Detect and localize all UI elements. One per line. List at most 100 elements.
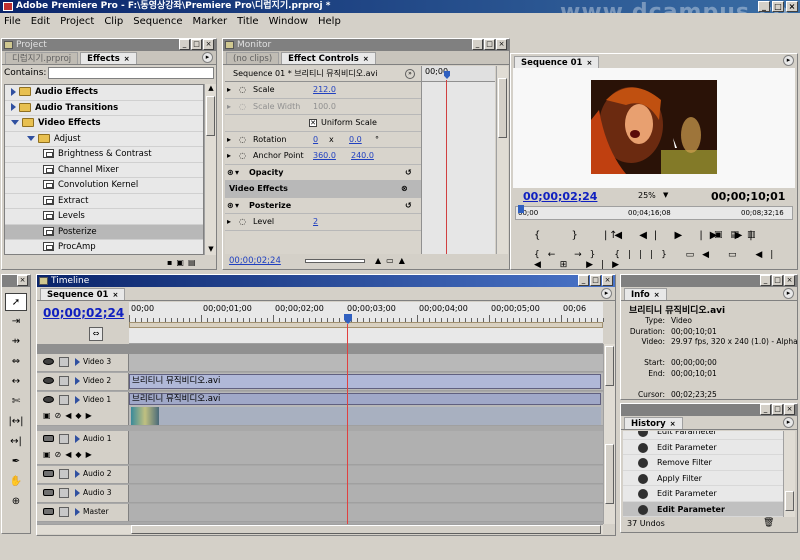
menu-edit[interactable]: Edit <box>31 16 50 27</box>
expand-right-icon[interactable] <box>75 470 80 478</box>
zoom-tool-icon[interactable]: ⊕ <box>5 493 27 511</box>
speaker-icon[interactable] <box>43 470 54 477</box>
menu-window[interactable]: Window <box>269 16 308 27</box>
expand-down-icon[interactable] <box>11 120 19 125</box>
track-select-tool-icon[interactable]: ⇥ <box>5 313 27 331</box>
menu-project[interactable]: Project <box>60 16 94 27</box>
snap-icon[interactable]: ⇔ <box>89 327 103 341</box>
menu-sequence[interactable]: Sequence <box>133 16 182 27</box>
close-icon[interactable]: × <box>670 420 676 428</box>
scroll-thumb[interactable] <box>785 491 794 511</box>
panel-menu-button[interactable]: ▸ <box>202 52 213 63</box>
timeline-ruler[interactable]: 00;00 00;00;01;00 00;00;02;00 00;00;03;00 00… <box>129 302 604 344</box>
effect-control-row[interactable]: ▸ ◌ Level 2 <box>225 214 421 231</box>
history-item[interactable]: Edit Parameter <box>623 431 783 440</box>
expand-right-icon[interactable] <box>75 396 80 404</box>
history-item[interactable]: Remove Filter <box>623 455 783 471</box>
selection-tool-icon[interactable]: ➚ <box>5 293 27 311</box>
tab-sequence-01-timeline[interactable]: Sequence 01 × <box>40 288 126 300</box>
lock-toggle-icon[interactable] <box>59 357 69 367</box>
rate-stretch-tool-icon[interactable]: ↔ <box>5 373 27 391</box>
trash-icon[interactable]: 🗑 <box>763 518 774 528</box>
stopwatch-icon[interactable]: ▾ <box>235 165 239 182</box>
panel-close-button[interactable]: × <box>203 39 214 50</box>
close-icon[interactable]: × <box>586 59 592 67</box>
expand-right-icon[interactable] <box>75 358 80 366</box>
close-icon[interactable]: × <box>363 55 369 63</box>
expand-right-icon[interactable] <box>75 435 80 443</box>
effects-tree-item[interactable]: Channel Mixer <box>5 163 203 178</box>
menu-help[interactable]: Help <box>318 16 341 27</box>
effect-control-row[interactable]: ▸ ◌ Rotation 0 x 0.0 ° <box>225 132 421 149</box>
slide-tool-icon[interactable]: ↔| <box>5 433 27 451</box>
panel-minimize-button[interactable]: _ <box>179 39 190 50</box>
close-icon[interactable]: × <box>124 55 130 63</box>
program-current-timecode[interactable]: 00;00;02;24 <box>523 190 597 203</box>
stopwatch-icon[interactable]: ◌ <box>239 214 246 231</box>
timeline-clip[interactable]: 브리티니 뮤직비디오.avi <box>129 374 601 389</box>
history-item[interactable]: Edit Parameter <box>623 486 783 502</box>
effect-value[interactable]: 212.0 <box>313 82 336 99</box>
show-timeline-icon[interactable]: » <box>405 69 415 79</box>
razor-tool-icon[interactable]: ✄ <box>5 393 27 411</box>
effect-reset-icon[interactable]: ↺ <box>405 198 412 215</box>
effects-tree-item[interactable]: Extract <box>5 194 203 209</box>
timeline-current-timecode[interactable]: 00;00;02;24 <box>43 306 124 320</box>
menu-title[interactable]: Title <box>237 16 258 27</box>
effects-tree-item[interactable]: Adjust <box>5 132 203 147</box>
lock-toggle-icon[interactable] <box>59 469 69 479</box>
slip-tool-icon[interactable]: |↔| <box>5 413 27 431</box>
effects-scrollbar[interactable]: ▲ ▼ <box>204 84 216 255</box>
speaker-icon[interactable] <box>43 508 54 515</box>
effect-value[interactable]: 2 <box>313 214 318 231</box>
effect-controls-timecode[interactable]: 00;00;02;24 <box>229 256 281 266</box>
effect-control-row[interactable]: ▸ ◌ Scale 212.0 <box>225 82 421 99</box>
panel-maximize-button[interactable]: □ <box>772 275 783 286</box>
effects-tree-item[interactable]: Posterize <box>5 224 203 240</box>
expand-right-icon[interactable] <box>11 103 16 111</box>
tab-effects[interactable]: Effects × <box>80 52 137 64</box>
panel-maximize-button[interactable]: □ <box>772 404 783 415</box>
panel-close-button[interactable]: × <box>784 404 795 415</box>
effects-tree-item[interactable]: Brightness & Contrast <box>5 147 203 163</box>
expand-right-icon[interactable] <box>75 489 80 497</box>
effects-tree-item[interactable]: Levels <box>5 209 203 225</box>
work-area-bar[interactable] <box>129 322 603 328</box>
stopwatch-icon[interactable]: ◌ <box>239 148 246 165</box>
effect-value[interactable]: 360.0 <box>313 148 336 165</box>
effect-control-row[interactable]: ▸ ◌ Scale Width 100.0 <box>225 99 421 116</box>
panel-close-button[interactable]: × <box>17 275 28 286</box>
tab-sequence-01-program[interactable]: Sequence 01 × <box>514 56 600 68</box>
panel-maximize-button[interactable]: □ <box>191 39 202 50</box>
panel-menu-button[interactable]: ▸ <box>783 288 794 299</box>
lock-toggle-icon[interactable] <box>59 395 69 405</box>
maximize-button[interactable]: □ <box>772 1 784 12</box>
panel-close-button[interactable]: × <box>496 39 507 50</box>
eye-icon[interactable] <box>43 358 54 365</box>
effect-value[interactable]: 0 <box>313 132 318 149</box>
tab-effect-controls[interactable]: Effect Controls × <box>281 52 376 64</box>
panel-minimize-button[interactable]: _ <box>760 275 771 286</box>
history-scrollbar[interactable] <box>783 431 795 517</box>
effects-tree-item[interactable]: ProcAmp <box>5 240 203 254</box>
timeline-clip[interactable]: 브리티니 뮤직비디오.avi <box>129 393 601 405</box>
panel-menu-button[interactable]: ▸ <box>601 288 612 299</box>
program-time-ruler[interactable]: 00;00 00;04;16;08 00;08;32;16 <box>515 205 793 220</box>
eye-icon[interactable] <box>43 377 54 384</box>
stopwatch-icon[interactable]: ▾ <box>235 198 239 215</box>
expand-right-icon[interactable] <box>75 377 80 385</box>
close-icon[interactable]: × <box>112 291 118 299</box>
effect-control-row[interactable]: ▸ ◌ Anchor Point 360.0 240.0 <box>225 148 421 165</box>
tab-info[interactable]: Info × <box>624 288 667 300</box>
lock-toggle-icon[interactable] <box>59 434 69 444</box>
effect-reset-icon[interactable]: ⊗ <box>401 181 408 198</box>
scroll-thumb-audio[interactable] <box>605 444 614 504</box>
tab-history[interactable]: History × <box>624 417 683 429</box>
history-item[interactable]: Edit Parameter <box>623 440 783 455</box>
program-viewer[interactable] <box>513 68 795 188</box>
timeline-scrollbar[interactable] <box>603 344 615 524</box>
effect-value[interactable]: 100.0 <box>313 99 336 116</box>
stopwatch-icon[interactable]: ◌ <box>239 99 246 116</box>
panel-maximize-button[interactable]: □ <box>484 39 495 50</box>
scroll-down-icon[interactable]: ▼ <box>206 245 216 255</box>
